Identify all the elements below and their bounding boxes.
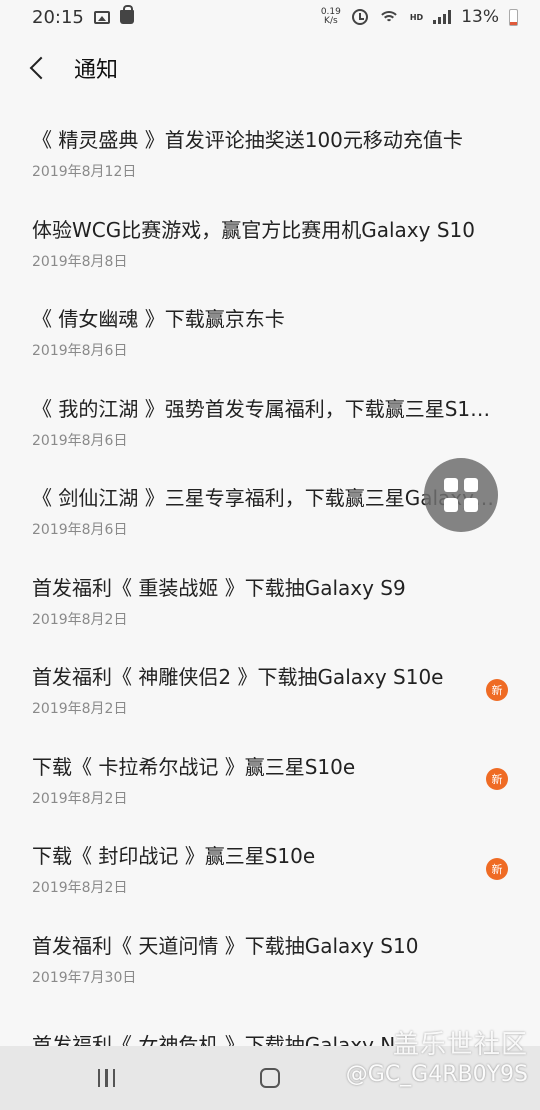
status-left: 20:15: [32, 5, 134, 28]
signal-icon: [433, 10, 452, 24]
notification-date: 2019年7月30日: [32, 969, 137, 986]
notification-date: 2019年8月2日: [32, 611, 128, 628]
notification-title: 下载《 封印战记 》赢三星S10e: [32, 844, 316, 869]
alarm-icon: [351, 9, 368, 25]
notification-item[interactable]: 下载《 卡拉希尔战记 》赢三星S10e 2019年8月2日 新: [0, 735, 540, 825]
watermark-user: @GC_G4RB0Y9S: [345, 1062, 528, 1087]
battery-icon: [509, 8, 518, 26]
notification-title: 《 我的江湖 》强势首发专属福利，下载赢三星S1…: [32, 396, 491, 421]
notification-title: 体验WCG比赛游戏，赢官方比赛用机Galaxy S10: [32, 217, 475, 242]
notification-item[interactable]: 《 精灵盛典 》首发评论抽奖送100元移动充值卡 2019年8月12日: [0, 108, 540, 198]
notification-item[interactable]: 体验WCG比赛游戏，赢官方比赛用机Galaxy S10 2019年8月8日: [0, 198, 540, 288]
watermark-logo: 盖乐世社区: [392, 1030, 528, 1060]
notification-date: 2019年8月12日: [32, 164, 137, 181]
hd-voice-label: HD: [409, 12, 424, 22]
network-speed: 0.19 K/s: [320, 8, 342, 26]
notification-date: 2019年8月2日: [32, 790, 128, 807]
floating-menu-button[interactable]: [424, 458, 498, 532]
notification-date: 2019年8月6日: [32, 343, 128, 360]
notification-item[interactable]: 《 我的江湖 》强势首发专属福利，下载赢三星S1… 2019年8月6日: [0, 377, 540, 467]
notification-item[interactable]: 下载《 封印战记 》赢三星S10e 2019年8月2日 新: [0, 824, 540, 914]
new-badge: 新: [486, 768, 508, 791]
notification-date: 2019年8月2日: [32, 880, 128, 897]
page-title: 通知: [74, 58, 119, 83]
notification-title: 首发福利《 天道问情 》下载抽Galaxy S10: [32, 933, 419, 958]
notification-title: 首发福利《 重装战姬 》下载抽Galaxy S9: [32, 575, 406, 600]
new-badge: 新: [486, 857, 508, 880]
new-badge: 新: [486, 678, 508, 701]
status-right: 0.19 K/s HD 13%: [320, 7, 518, 27]
chevron-left-icon: [29, 56, 53, 80]
notification-date: 2019年8月6日: [32, 432, 128, 449]
store-notification-icon: [119, 5, 134, 24]
app-header: 通知: [0, 40, 540, 96]
battery-percent: 13%: [461, 7, 499, 27]
notification-title: 首发福利《 神雕侠侣2 》下载抽Galaxy S10e: [32, 665, 444, 690]
gallery-notification-icon: [93, 10, 110, 24]
notification-item[interactable]: 首发福利《 重装战姬 》下载抽Galaxy S9 2019年8月2日: [0, 556, 540, 646]
notification-list: 《 精灵盛典 》首发评论抽奖送100元移动充值卡 2019年8月12日体验WCG比…: [0, 108, 540, 1093]
notification-item[interactable]: 首发福利《 天道问情 》下载抽Galaxy S10 2019年7月30日: [0, 914, 540, 1004]
notification-item[interactable]: 《 倩女幽魂 》下载赢京东卡 2019年8月6日: [0, 287, 540, 377]
grid-icon: [444, 478, 458, 492]
recent-apps-button[interactable]: [47, 1069, 167, 1087]
notification-date: 2019年8月8日: [32, 253, 128, 270]
back-button[interactable]: [8, 40, 68, 96]
notification-title: 《 精灵盛典 》首发评论抽奖送100元移动充值卡: [32, 128, 463, 153]
network-speed-unit: K/s: [324, 16, 338, 26]
status-time: 20:15: [32, 6, 84, 28]
notification-title: 下载《 卡拉希尔战记 》赢三星S10e: [32, 754, 356, 779]
notification-date: 2019年8月2日: [32, 701, 128, 718]
notification-title: 《 倩女幽魂 》下载赢京东卡: [32, 307, 285, 332]
notification-item[interactable]: 首发福利《 神雕侠侣2 》下载抽Galaxy S10e 2019年8月2日 新: [0, 645, 540, 735]
status-bar: 20:15 0.19 K/s HD 13%: [0, 0, 540, 34]
wifi-icon: [377, 9, 400, 25]
home-button[interactable]: [259, 1068, 280, 1088]
